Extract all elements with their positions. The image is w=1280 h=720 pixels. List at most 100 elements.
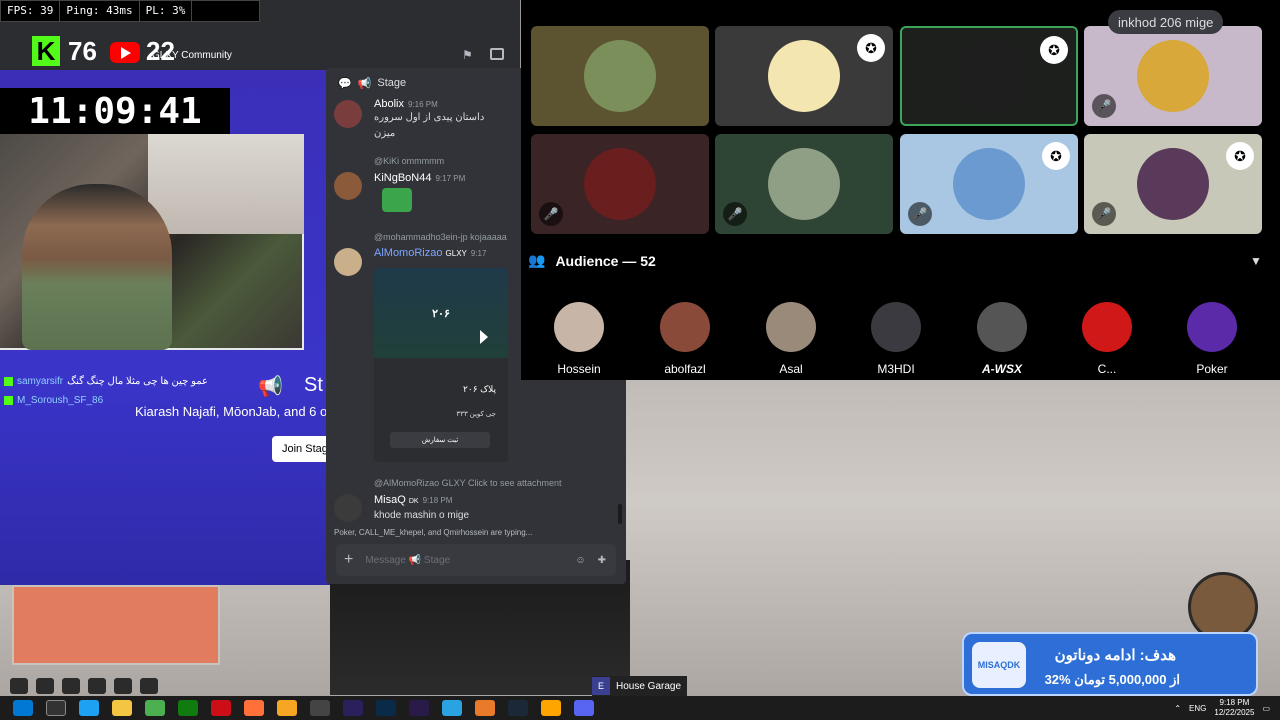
stage-moderator-icon: ✪ (1040, 36, 1068, 64)
apps-icon[interactable]: ✚ (598, 555, 606, 566)
chevron-up-icon[interactable]: ⌃ (1174, 704, 1181, 713)
clock-date: 12/22/2025 (1214, 708, 1255, 717)
sticker-image[interactable] (382, 188, 412, 212)
mouse-cursor-icon (480, 330, 492, 344)
avatar[interactable] (334, 172, 362, 200)
edge-icon[interactable] (79, 700, 99, 716)
chrome-icon[interactable] (145, 700, 165, 716)
donation-brand-logo: MISAQDK (972, 642, 1026, 688)
attachment-price: ۳۳۳ جی کوین (456, 411, 496, 418)
join-stage-button[interactable]: Join Stag (272, 436, 330, 462)
kick-chat-line: samyarsifr عمو چین ها چی مثلا مال چنگ گن… (4, 376, 208, 387)
audience-icon: 👥 (528, 252, 546, 268)
avatar (953, 40, 1025, 112)
key-hint: E (592, 677, 610, 695)
speaker-tile[interactable]: ✪ (715, 26, 893, 126)
avatar[interactable] (334, 494, 362, 522)
game-minimap (12, 585, 220, 665)
audience-name: A-WSX (982, 362, 1022, 376)
windows-start-icon[interactable] (13, 700, 33, 716)
xbox-icon[interactable] (178, 700, 198, 716)
firefox-icon[interactable] (244, 700, 264, 716)
app-icon[interactable] (475, 700, 495, 716)
avatar (871, 302, 921, 352)
reply-reference[interactable]: @KiKi ommmmm (374, 156, 444, 166)
speaker-tile[interactable]: ✪ 🎤 (900, 134, 1078, 234)
opera-icon[interactable] (211, 700, 231, 716)
speaker-tile-active[interactable]: ✪ (900, 26, 1078, 126)
audience-member[interactable]: Poker (1172, 302, 1252, 376)
audience-member[interactable]: C... (1067, 302, 1147, 376)
audience-name: C... (1097, 362, 1117, 376)
fps-readout: FPS: 39 (1, 1, 61, 21)
message-username[interactable]: Abolix (374, 98, 404, 110)
add-attachment-icon[interactable]: + (344, 551, 353, 569)
image-attachment[interactable]: ۲۰۶ پلاک ۲۰۶ ۳۳۳ جی کوین ثبت سفارش (374, 268, 508, 462)
message-username[interactable]: MisaQ (374, 494, 406, 506)
stage-moderator-icon: ✪ (1042, 142, 1070, 170)
message-input[interactable]: + Message 📢 Stage ☺ ✚ (336, 544, 616, 576)
discord-icon[interactable] (574, 700, 594, 716)
attachment-title: پلاک ۲۰۶ (463, 384, 496, 394)
search-tool-icon[interactable] (277, 700, 297, 716)
avatar[interactable] (334, 248, 362, 276)
avatar[interactable] (334, 100, 362, 128)
search-icon[interactable] (46, 700, 66, 716)
attachment-plate-number: ۲۰۶ (374, 268, 508, 358)
muted-icon: 🎤 (539, 202, 563, 226)
avatar (584, 148, 656, 220)
avatar (766, 302, 816, 352)
language-indicator[interactable]: ENG (1189, 704, 1206, 713)
webcam-streamer (22, 184, 172, 350)
stage-moderator-icon: ✪ (857, 34, 885, 62)
github-icon[interactable] (310, 700, 330, 716)
photoshop-icon[interactable] (376, 700, 396, 716)
chat-scrollbar[interactable] (618, 504, 622, 524)
megaphone-icon: 📢 (357, 77, 372, 90)
audience-member[interactable]: Asal (751, 302, 831, 376)
hud-icon (62, 678, 80, 694)
hud-icon (140, 678, 158, 694)
reply-reference[interactable]: @AlMomoRizao GLXY Click to see attachmen… (374, 478, 562, 488)
media-encoder-icon[interactable] (409, 700, 429, 716)
popout-icon[interactable] (490, 48, 504, 60)
flag-icon[interactable]: ⚑ (462, 48, 473, 62)
speaker-tile[interactable]: 🎤 (531, 134, 709, 234)
file-explorer-icon[interactable] (112, 700, 132, 716)
reply-reference[interactable]: @mohammadho3ein-jp kojaaaaa (374, 232, 507, 242)
message-username[interactable]: AlMomoRizao (374, 247, 442, 259)
avatar (660, 302, 710, 352)
avatar (768, 40, 840, 112)
donation-progress: 32% از 5,000,000 تومان (1044, 672, 1180, 687)
hud-icon (10, 678, 28, 694)
chevron-down-icon[interactable]: ▼ (1250, 254, 1262, 268)
speaker-tile[interactable]: 🎤 (715, 134, 893, 234)
audience-member[interactable]: Hossein (539, 302, 619, 376)
message-text: khode mashin o mige (374, 510, 470, 521)
avatar (584, 40, 656, 112)
emoji-icon[interactable]: ☺ (575, 555, 585, 566)
hud-icon (114, 678, 132, 694)
audience-header[interactable]: 👥 Audience — 52 (528, 252, 656, 269)
packet-loss-readout: PL: 3% (140, 1, 193, 21)
location-label: House Garage (616, 680, 682, 692)
avatar (953, 148, 1025, 220)
kick-badge-icon (4, 396, 13, 405)
system-clock[interactable]: 9:18 PM 12/22/2025 (1214, 698, 1254, 718)
chat-message: @AlMomoRizao GLXY Click to see attachmen… (334, 478, 620, 524)
clock-time: 9:18 PM (1219, 698, 1250, 707)
speaker-tile[interactable]: ✪ 🎤 (1084, 134, 1262, 234)
audience-member[interactable]: A-WSX (962, 302, 1042, 376)
app-icon[interactable] (541, 700, 561, 716)
steam-icon[interactable] (508, 700, 528, 716)
message-text: داستان پیدی از اول سروره (374, 112, 485, 123)
audience-member[interactable]: abolfazl (645, 302, 725, 376)
audience-member[interactable]: M3HDI (856, 302, 936, 376)
speaker-tile[interactable] (531, 26, 709, 126)
notifications-icon[interactable]: ▭ (1262, 704, 1270, 713)
premiere-icon[interactable] (343, 700, 363, 716)
message-username[interactable]: KiNgBoN44 (374, 172, 431, 184)
chat-text: عمو چین ها چی مثلا مال چنگ گنگ (67, 376, 209, 387)
telegram-icon[interactable] (442, 700, 462, 716)
speaker-tile[interactable]: 🎤 (1084, 26, 1262, 126)
